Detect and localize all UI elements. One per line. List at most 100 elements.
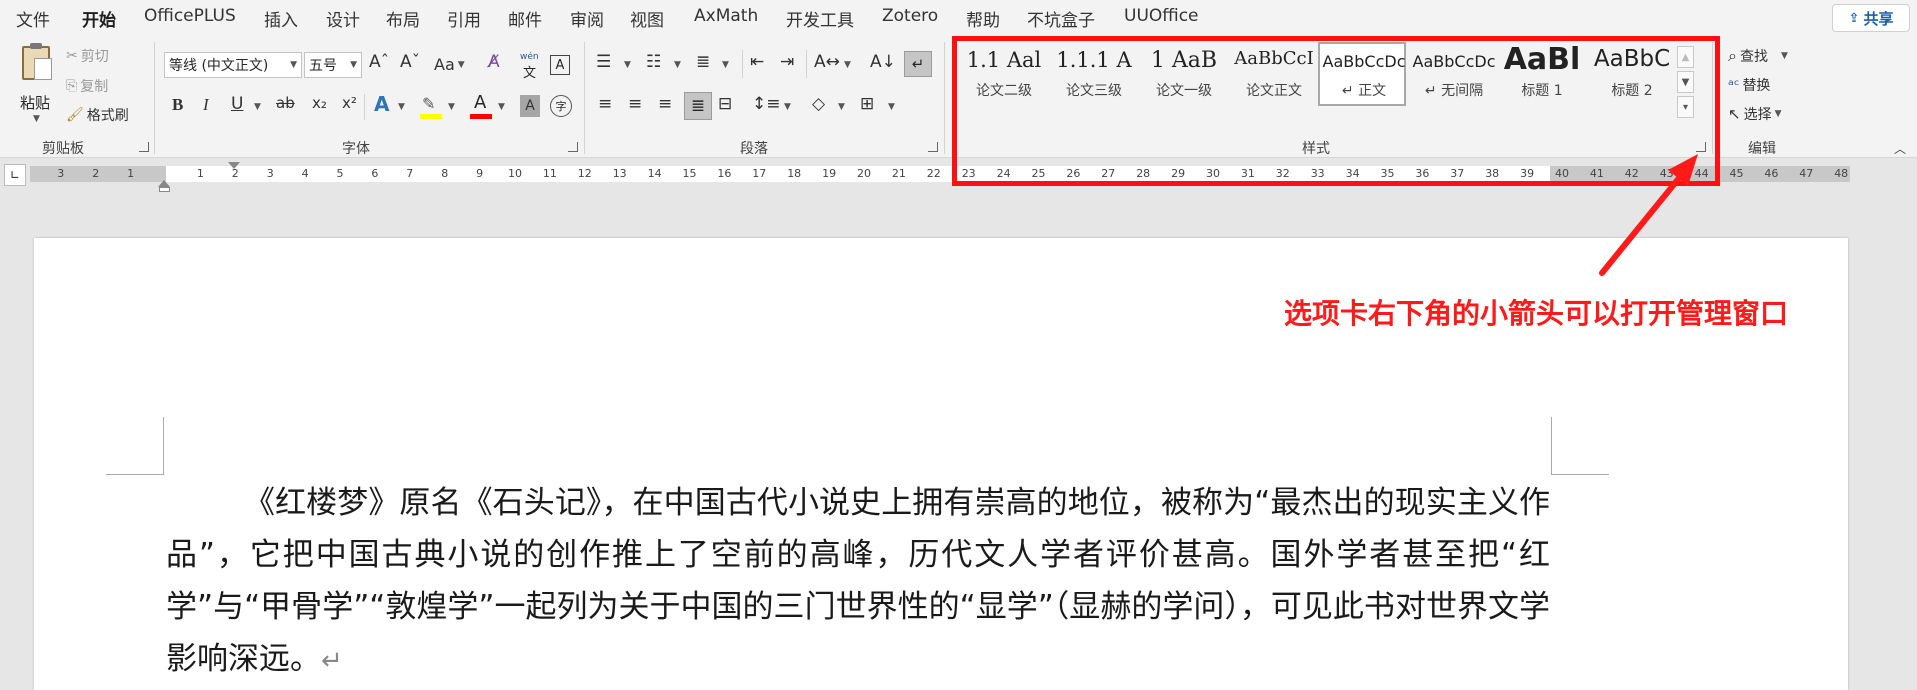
- align-right-icon[interactable]: ≡: [658, 96, 672, 113]
- document-paragraph[interactable]: 《红楼梦》原名《石头记》，在中国古代小说史上拥有崇高的地位，被称为“最杰出的现实…: [166, 477, 1550, 687]
- chevron-down-icon[interactable]: ▼: [844, 60, 851, 70]
- replace-icon: ᵃᶜ: [1728, 76, 1740, 94]
- left-indent-marker[interactable]: [159, 187, 170, 192]
- tab-stop-selector-icon[interactable]: ∟: [4, 164, 26, 186]
- change-case-button[interactable]: Aa ▼: [434, 55, 465, 74]
- paste-label: 粘贴: [20, 94, 51, 112]
- clipboard-launcher-icon[interactable]: [139, 142, 149, 152]
- tab-mailings[interactable]: 邮件: [508, 6, 542, 31]
- chevron-down-icon[interactable]: ▼: [254, 102, 261, 112]
- superscript-icon[interactable]: x²: [342, 96, 357, 111]
- ruler-number: 12: [577, 167, 592, 180]
- bullets-icon[interactable]: ☰: [596, 54, 611, 71]
- editing-group-label: 编辑: [1748, 141, 1776, 157]
- shading-icon[interactable]: ◇: [812, 96, 825, 113]
- format-painter-button[interactable]: 🖌 格式刷: [66, 105, 129, 125]
- decrease-indent-icon[interactable]: ⇤: [750, 54, 764, 71]
- borders-icon[interactable]: ⊞: [860, 96, 874, 113]
- ruler-number: 17: [752, 167, 767, 180]
- tab-design[interactable]: 设计: [326, 6, 360, 31]
- highlight-color-button[interactable]: ✎: [420, 94, 442, 120]
- chevron-down-icon[interactable]: ▼: [624, 60, 631, 70]
- chevron-down-icon[interactable]: ▼: [888, 102, 895, 112]
- justify-icon[interactable]: ≣: [684, 92, 712, 120]
- tab-insert[interactable]: 插入: [264, 6, 298, 31]
- ruler-number: 14: [647, 167, 662, 180]
- chevron-down-icon[interactable]: ▼: [722, 60, 729, 70]
- ruler-number: 15: [682, 167, 697, 180]
- tab-help[interactable]: 帮助: [966, 6, 1000, 31]
- distributed-icon[interactable]: ⊟: [718, 96, 732, 113]
- tab-home[interactable]: 开始: [82, 6, 116, 37]
- chevron-down-icon[interactable]: ▼: [498, 102, 505, 112]
- chevron-down-icon[interactable]: ▼: [784, 102, 791, 112]
- hanging-indent-marker[interactable]: [158, 180, 170, 187]
- tab-view[interactable]: 视图: [630, 6, 664, 31]
- first-line-indent-marker[interactable]: [228, 162, 240, 169]
- group-divider: [584, 42, 585, 154]
- margin-corner-mark: [106, 417, 164, 475]
- enclose-characters-icon[interactable]: 字: [550, 95, 572, 117]
- share-icon: ⇪: [1848, 10, 1860, 26]
- chevron-down-icon[interactable]: ▼: [838, 102, 845, 112]
- share-button[interactable]: ⇪ 共享: [1832, 4, 1910, 32]
- font-name-select[interactable]: 等线 (中文正文) ▼: [164, 52, 302, 78]
- shrink-font-icon[interactable]: Aˇ: [400, 54, 420, 71]
- font-name-value: 等线 (中文正文): [169, 58, 269, 74]
- collapse-ribbon-icon[interactable]: ︿: [1894, 140, 1906, 157]
- clear-formatting-icon[interactable]: A̸: [488, 54, 500, 71]
- chevron-down-icon[interactable]: ▼: [674, 60, 681, 70]
- underline-icon[interactable]: U: [231, 96, 243, 113]
- increase-indent-icon[interactable]: ⇥: [780, 54, 794, 71]
- show-marks-icon[interactable]: ↵: [904, 51, 932, 77]
- chevron-down-icon[interactable]: ▼: [398, 102, 405, 112]
- font-launcher-icon[interactable]: [568, 142, 578, 152]
- numbering-icon[interactable]: ☷: [646, 54, 661, 71]
- tab-officeplus[interactable]: OfficePLUS: [144, 6, 236, 26]
- align-center-icon[interactable]: ≡: [628, 96, 642, 113]
- margin-corner-mark: [1551, 417, 1609, 475]
- paragraph-mark-icon: ↵: [321, 646, 343, 676]
- paste-button[interactable]: 粘贴 ▼: [14, 42, 60, 128]
- character-border-icon[interactable]: A: [550, 55, 570, 75]
- scissors-icon: ✂: [66, 48, 78, 64]
- italic-icon[interactable]: I: [203, 96, 209, 113]
- align-left-icon[interactable]: ≡: [598, 96, 612, 113]
- tab-axmath[interactable]: AxMath: [694, 6, 758, 26]
- font-size-select[interactable]: 五号 ▼: [304, 52, 362, 78]
- ruler-number: 3: [57, 167, 65, 180]
- grow-font-icon[interactable]: Aˆ: [369, 54, 389, 71]
- menu-bar: 文件 开始 OfficePLUS 插入 设计 布局 引用 邮件 审阅 视图 Ax…: [0, 0, 1917, 37]
- tab-layout[interactable]: 布局: [386, 6, 420, 31]
- tab-zotero[interactable]: Zotero: [882, 6, 938, 26]
- tab-uuoffice[interactable]: UUOffice: [1124, 6, 1199, 26]
- group-divider: [154, 42, 155, 154]
- tab-bukenghezi[interactable]: 不坑盒子: [1027, 6, 1095, 31]
- find-button[interactable]: ⌕ 查找 ▼: [1728, 46, 1788, 66]
- select-button[interactable]: ↖ 选择 ▼: [1728, 104, 1782, 124]
- tab-review[interactable]: 审阅: [570, 6, 604, 31]
- tab-references[interactable]: 引用: [447, 6, 481, 31]
- bold-icon[interactable]: B: [172, 96, 183, 113]
- text-effects-icon[interactable]: A: [374, 94, 389, 114]
- chevron-down-icon[interactable]: ▼: [448, 102, 455, 112]
- sort-icon[interactable]: A↓: [870, 54, 896, 71]
- paragraph-group-label: 段落: [740, 141, 768, 157]
- cut-button[interactable]: ✂ 剪切: [66, 46, 109, 66]
- ruler-number: 46: [1764, 167, 1779, 180]
- replace-button[interactable]: ᵃᶜ 替换: [1728, 75, 1770, 95]
- ruler-number: 1: [127, 167, 135, 180]
- subscript-icon[interactable]: x₂: [312, 96, 327, 111]
- tab-developer[interactable]: 开发工具: [786, 6, 854, 31]
- tab-file[interactable]: 文件: [16, 6, 50, 31]
- phonetic-guide-button[interactable]: wén 文: [520, 52, 542, 81]
- ruler-number: 2: [92, 167, 100, 180]
- strikethrough-icon[interactable]: ab: [276, 96, 295, 111]
- copy-button[interactable]: ⎘ 复制: [66, 76, 108, 96]
- font-color-button[interactable]: A: [470, 92, 492, 120]
- paragraph-launcher-icon[interactable]: [928, 142, 938, 152]
- chinese-layout-icon[interactable]: A↔: [814, 54, 840, 71]
- line-spacing-icon[interactable]: ↕≡: [752, 96, 781, 113]
- multilevel-list-icon[interactable]: ≣: [696, 54, 710, 71]
- character-shading-icon[interactable]: A: [520, 95, 540, 117]
